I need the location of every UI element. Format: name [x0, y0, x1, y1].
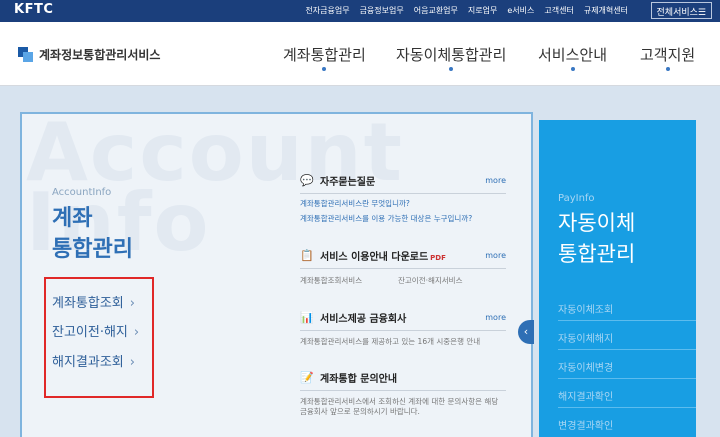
payinfo-link-termination-result[interactable]: 해지결과확인: [558, 388, 613, 403]
payinfo-link-termination[interactable]: 자동이체해지: [558, 330, 613, 345]
faq-title[interactable]: 자주묻는질문: [320, 173, 375, 188]
account-title: 계좌 통합관리: [52, 206, 133, 262]
faq-item[interactable]: 계좌통합관리서비스를 이용 가능한 대상은 누구입니까?: [300, 213, 506, 224]
utility-link-giro[interactable]: 지로업무: [468, 5, 497, 16]
utility-link-electronic-finance[interactable]: 전자금융업무: [305, 5, 349, 16]
institutions-more-link[interactable]: more: [485, 313, 506, 322]
right-edge-background: [696, 120, 720, 437]
chevron-left-icon: ‹: [523, 325, 529, 338]
download-section: 📋 서비스 이용안내 다운로드 PDF more 계좌통합조회서비스 잔고이전·해…: [300, 248, 506, 286]
chevron-right-icon: ›: [129, 355, 135, 370]
chevron-right-icon: ›: [133, 325, 140, 340]
utility-link-eservice[interactable]: e서비스: [507, 5, 534, 16]
faq-item[interactable]: 계좌통합관리서비스란 무엇입니까?: [300, 198, 506, 209]
payinfo-link-change[interactable]: 자동이체변경: [558, 359, 613, 374]
download-item[interactable]: 잔고이전·해지서비스: [398, 275, 496, 286]
download-more-link[interactable]: more: [485, 251, 506, 260]
payinfo-panel: PayInfo 자동이체 통합관리 자동이체조회 자동이체해지 자동이체변경 해…: [539, 120, 698, 437]
utility-link-bill-exchange[interactable]: 어음교환업무: [414, 5, 458, 16]
utility-link-financial-info[interactable]: 금융정보업무: [360, 5, 404, 16]
nav-autopay-management[interactable]: 자동이체통합관리: [396, 44, 506, 71]
faq-section: 💬 자주묻는질문 more 계좌통합관리서비스란 무엇입니까? 계좌통합관리서비…: [300, 173, 506, 224]
utility-link-customer-center[interactable]: 고객센터: [544, 5, 573, 16]
brand-name: 계좌정보통합관리서비스: [39, 48, 161, 62]
chevron-right-icon: ›: [129, 296, 135, 311]
guide-book-icon: 📋: [300, 248, 314, 262]
contact-section: 📝 계좌통합 문의안내 계좌통합관리서비스에서 조회하신 계좌에 대한 문의사항…: [300, 370, 506, 417]
brand-logo-icon: [18, 47, 33, 62]
payinfo-link-change-result[interactable]: 변경결과확인: [558, 417, 613, 432]
nav-customer-support[interactable]: 고객지원: [640, 44, 695, 71]
download-item[interactable]: 계좌통합조회서비스: [300, 275, 398, 286]
menu-balance-transfer[interactable]: 잔고이전·해지 ›: [52, 321, 139, 340]
pdf-icon: PDF: [430, 254, 446, 262]
contact-title[interactable]: 계좌통합 문의안내: [320, 370, 397, 385]
site-brand[interactable]: 계좌정보통합관리서비스: [18, 46, 160, 63]
faq-more-link[interactable]: more: [485, 176, 506, 185]
kftc-logo[interactable]: KFTC: [14, 2, 53, 17]
contact-desc: 계좌통합관리서비스에서 조회하신 계좌에 대한 문의사항은 해당 금융회사 앞으…: [300, 397, 499, 416]
nav-service-guide[interactable]: 서비스안내: [538, 44, 607, 71]
payinfo-title: 자동이체 통합관리: [558, 211, 636, 266]
payinfo-subtitle: PayInfo: [558, 193, 595, 204]
menu-termination-result[interactable]: 해지결과조회 ›: [52, 351, 135, 370]
institutions-section: 📊 서비스제공 금융회사 more 계좌통합관리서비스를 제공하고 있는 16개…: [300, 310, 506, 347]
account-info-panel: Account Info AccountInfo 계좌 통합관리 계좌통합조회 ›…: [20, 112, 533, 437]
nav-account-management[interactable]: 계좌통합관리: [283, 44, 366, 71]
bar-chart-icon: 📊: [300, 310, 314, 324]
speech-bubble-icon: 💬: [300, 173, 314, 187]
inquiry-icon: 📝: [300, 370, 314, 384]
menu-account-inquiry[interactable]: 계좌통합조회 ›: [52, 292, 135, 311]
payinfo-link-inquiry[interactable]: 자동이체조회: [558, 301, 613, 316]
all-services-button[interactable]: 전체서비스☰: [650, 2, 712, 19]
site-header: 계좌정보통합관리서비스 계좌통합관리 자동이체통합관리 서비스안내 고객지원: [0, 22, 720, 86]
institutions-desc: 계좌통합관리서비스를 제공하고 있는 16개 시중은행 안내: [300, 337, 481, 346]
utility-links: 전자금융업무 금융정보업무 어음교환업무 지로업무 e서비스 고객센터 규제개혁…: [305, 5, 628, 16]
account-subtitle: AccountInfo: [52, 187, 112, 198]
institutions-title[interactable]: 서비스제공 금융회사: [320, 310, 406, 325]
utility-link-regulation-reform[interactable]: 규제개혁센터: [584, 5, 628, 16]
top-utility-bar: KFTC 전자금융업무 금융정보업무 어음교환업무 지로업무 e서비스 고객센터…: [0, 0, 720, 22]
download-title[interactable]: 서비스 이용안내 다운로드 PDF: [320, 248, 446, 263]
